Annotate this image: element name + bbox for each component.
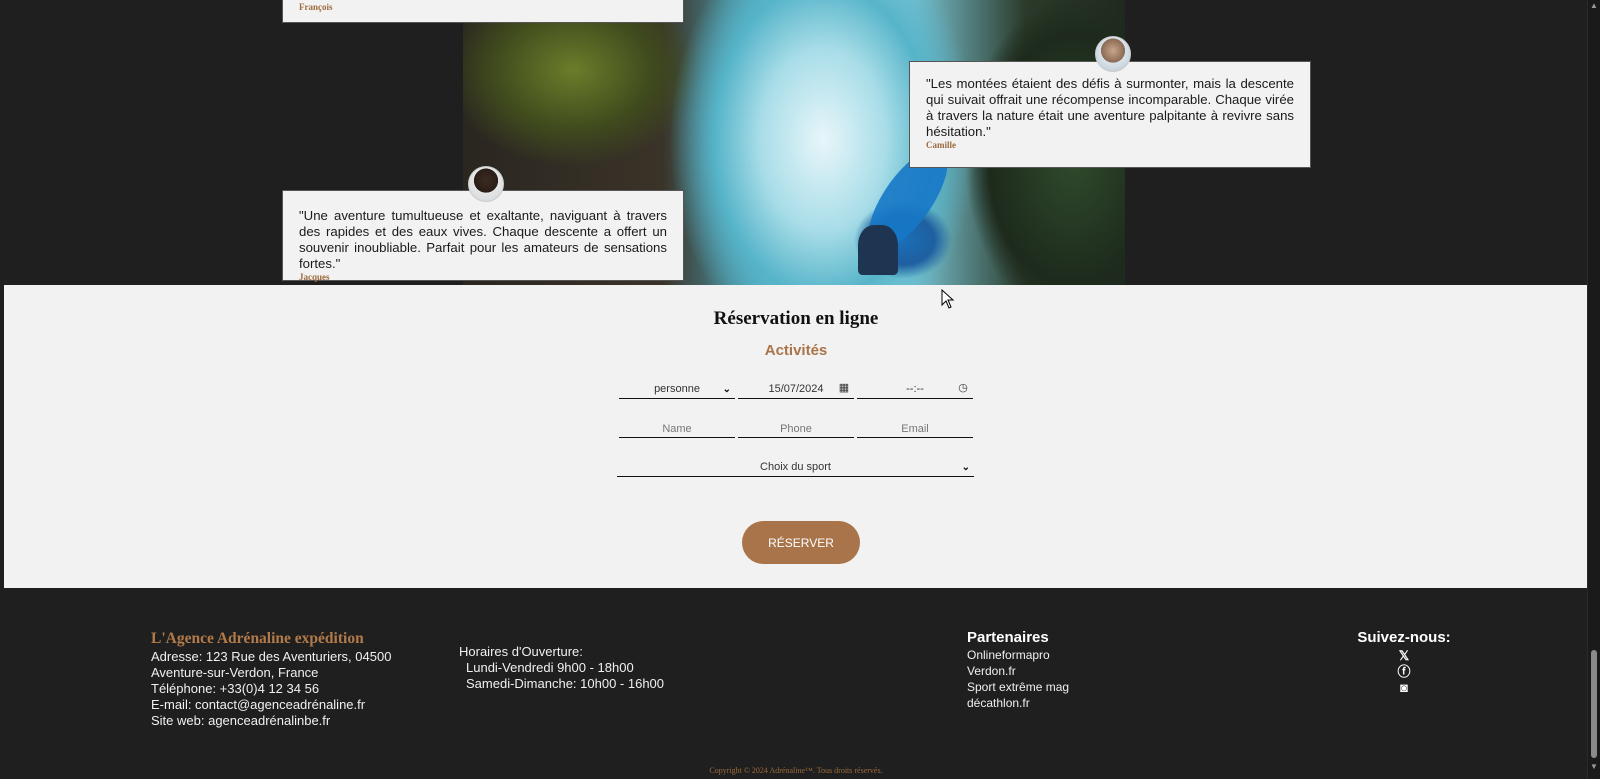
phone-input[interactable] — [738, 420, 854, 438]
person-select[interactable]: personne ⌄ — [619, 381, 735, 399]
page-scrollbar[interactable]: ▲ ▼ — [1587, 0, 1600, 779]
testimonials-section: François "Les montées étaient des défis … — [4, 0, 1588, 285]
footer-contact: Adresse: 123 Rue des Aventuriers, 04500 … — [151, 649, 446, 729]
footer-address: Adresse: 123 Rue des Aventuriers, 04500 … — [151, 649, 392, 680]
hours-title: Horaires d'Ouverture: — [459, 644, 583, 659]
follow-title: Suivez-nous: — [1357, 629, 1451, 646]
footer-hours: Horaires d'Ouverture: Lundi-Vendredi 9h0… — [459, 644, 679, 692]
footer-brand: L'Agence Adrénaline expédition — [151, 630, 364, 647]
name-input[interactable] — [619, 420, 735, 438]
hours-weekend: Samedi-Dimanche: 10h00 - 16h00 — [466, 676, 665, 691]
booking-title: Réservation en ligne — [713, 308, 879, 329]
booking-section: Réservation en ligne Activités personne … — [4, 285, 1588, 588]
partner-link-onlineformapro[interactable]: Onlineformapro — [967, 647, 1069, 663]
testimonial-card-top: François — [282, 0, 684, 23]
date-input[interactable]: 15/07/2024 ▦ — [738, 381, 854, 399]
time-value: --:-- — [906, 383, 924, 395]
x-icon[interactable]: 𝕏 — [1394, 648, 1414, 664]
social-links: 𝕏 ⓕ ◙ — [1394, 648, 1414, 696]
email-input[interactable] — [857, 420, 973, 438]
footer-website: Site web: agenceadrénalinbe.fr — [151, 713, 331, 728]
footer-phone: Téléphone: +33(0)4 12 34 56 — [151, 681, 320, 696]
partners-title: Partenaires — [967, 629, 1049, 646]
avatar-jacques — [468, 166, 504, 202]
footer-email: E-mail: contact@agenceadrénaline.fr — [151, 697, 366, 712]
partner-link-decathlon[interactable]: décathlon.fr — [967, 695, 1069, 711]
testimonial-text: "Une aventure tumultueuse et exaltante, … — [299, 208, 667, 271]
partner-link-verdon[interactable]: Verdon.fr — [967, 663, 1069, 679]
sport-select-value: Choix du sport — [760, 461, 831, 473]
hours-weekdays: Lundi-Vendredi 9h00 - 18h00 — [466, 660, 634, 675]
copyright: Copyright © 2024 Adrénaline™. Tous droit… — [709, 766, 883, 775]
testimonial-author: Jacques — [299, 272, 330, 282]
partner-link-sport-extreme-mag[interactable]: Sport extrême mag — [967, 679, 1069, 695]
partners-list: Onlineformapro Verdon.fr Sport extrême m… — [967, 647, 1069, 711]
date-value: 15/07/2024 — [768, 383, 824, 395]
scroll-down-icon[interactable]: ▼ — [1590, 763, 1598, 771]
kayaker-shape — [858, 225, 898, 275]
chevron-down-icon: ⌄ — [722, 384, 731, 395]
testimonial-author: François — [299, 2, 333, 12]
booking-subtitle: Activités — [764, 342, 828, 359]
avatar-camille — [1095, 36, 1131, 72]
testimonial-card-camille: "Les montées étaient des défis à surmont… — [909, 61, 1311, 168]
sport-select[interactable]: Choix du sport ⌄ — [617, 459, 974, 477]
footer: L'Agence Adrénaline expédition Adresse: … — [4, 588, 1588, 779]
testimonial-author: Camille — [926, 140, 956, 150]
calendar-icon[interactable]: ▦ — [838, 382, 850, 394]
facebook-icon[interactable]: ⓕ — [1394, 664, 1414, 680]
reserve-button[interactable]: RÉSERVER — [742, 521, 860, 564]
chevron-down-icon: ⌄ — [961, 462, 970, 473]
instagram-icon[interactable]: ◙ — [1394, 680, 1414, 696]
clock-icon[interactable]: ◷ — [957, 382, 969, 394]
testimonial-card-jacques: "Une aventure tumultueuse et exaltante, … — [282, 190, 684, 282]
time-input[interactable]: --:-- ◷ — [857, 381, 973, 399]
scroll-up-icon[interactable]: ▲ — [1590, 2, 1598, 10]
scrollbar-thumb[interactable] — [1591, 650, 1597, 758]
person-select-value: personne — [654, 383, 700, 395]
testimonial-text: "Les montées étaient des défis à surmont… — [926, 76, 1294, 139]
